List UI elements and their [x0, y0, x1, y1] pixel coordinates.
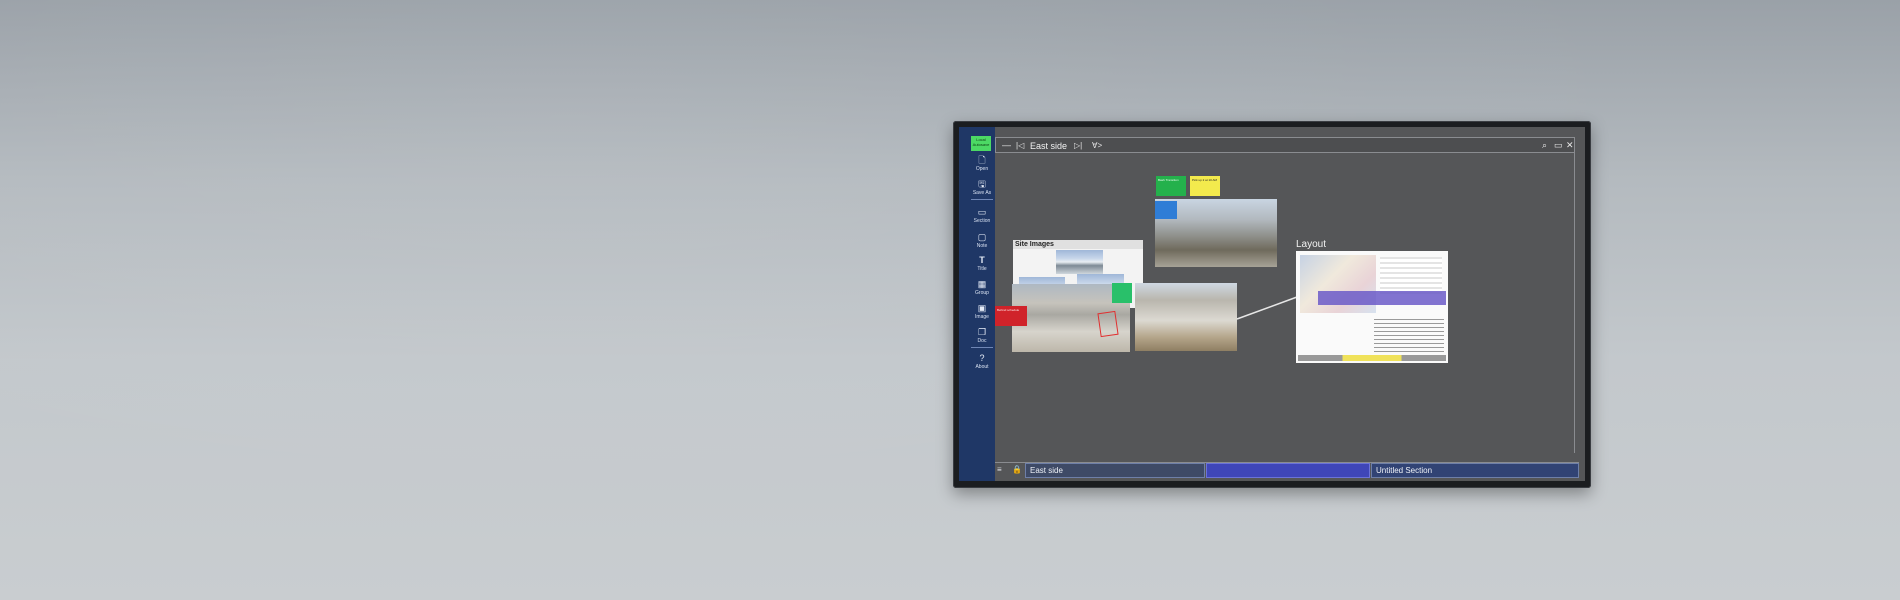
plan-highlight — [1318, 291, 1446, 305]
connector-line — [1236, 296, 1298, 320]
app-screen: Local Autosave 🗋 Open 🖫 Save As ▭ Sectio… — [959, 127, 1585, 481]
document-text-block — [1374, 319, 1444, 353]
wall-background — [0, 0, 1900, 600]
section-tab-bar: ≡ 🔒 East side Untitled Section — [995, 462, 1579, 478]
layout-document[interactable] — [1296, 251, 1448, 363]
list-icon[interactable]: ≡ — [997, 465, 1002, 474]
tab-untitled-section[interactable]: Untitled Section — [1371, 463, 1579, 478]
wall-display: Local Autosave 🗋 Open 🖫 Save As ▭ Sectio… — [953, 121, 1591, 488]
lock-icon[interactable]: 🔒 — [1012, 465, 1022, 474]
document-footer — [1298, 355, 1446, 361]
tab-east-side[interactable]: East side — [1025, 463, 1205, 478]
tab-active-section[interactable] — [1206, 463, 1370, 478]
layout-title: Layout — [1296, 239, 1327, 250]
